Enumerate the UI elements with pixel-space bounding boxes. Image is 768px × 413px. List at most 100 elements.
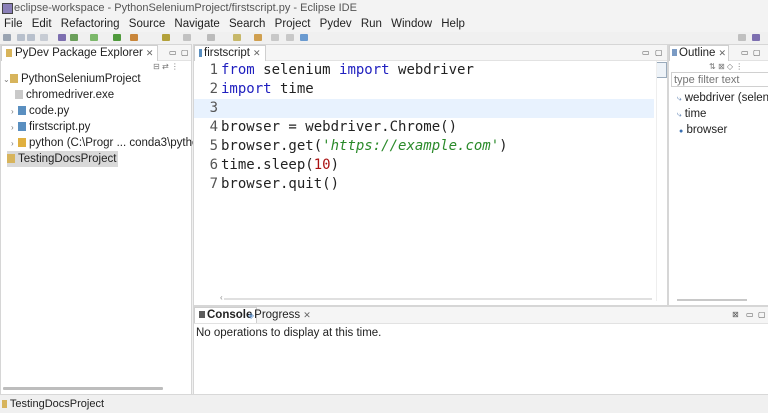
back-icon[interactable] [271, 34, 279, 41]
next-annotation-icon[interactable] [233, 34, 241, 41]
collapsed-icon[interactable]: › [11, 120, 18, 136]
horizontal-scrollbar[interactable] [3, 387, 163, 390]
collapse-all-icon[interactable]: ⊟ [153, 62, 160, 71]
minimize-icon[interactable]: ▭ [642, 48, 650, 57]
menu-run[interactable]: Run [361, 18, 382, 30]
menu-navigate[interactable]: Navigate [174, 18, 219, 30]
outline-filter-input[interactable] [671, 72, 768, 87]
menu-file[interactable]: File [4, 18, 23, 30]
editor-tab-bar: firstscript ✕ ▭ ▢ [194, 45, 667, 61]
tree-item-chromedriver[interactable]: chromedriver.exe [15, 87, 114, 103]
menu-source[interactable]: Source [129, 18, 165, 30]
menu-edit[interactable]: Edit [32, 18, 52, 30]
pydev-icon[interactable] [58, 34, 66, 41]
tree-item-python-interpreter[interactable]: › python (C:\Progr ... conda3\python [11, 135, 205, 151]
collapsed-icon[interactable]: › [11, 136, 18, 152]
search-icon[interactable] [183, 34, 191, 41]
line-number: 6 [209, 157, 218, 173]
menu-search[interactable]: Search [229, 18, 265, 30]
link-with-editor-icon[interactable]: ⇄ [162, 62, 169, 71]
scroll-left-icon[interactable]: ‹ [220, 293, 223, 302]
outline-item-webdriver[interactable]: ⤷ webdriver (seleni [677, 90, 768, 106]
package-explorer-icon [6, 49, 12, 57]
save-icon[interactable] [17, 34, 25, 41]
tab-outline[interactable]: Outline ✕ [669, 45, 729, 61]
run-icon[interactable] [113, 34, 121, 41]
minimize-icon[interactable]: ▭ [746, 310, 754, 319]
code-line-3-current[interactable]: 3 [194, 99, 654, 118]
line-number: 7 [209, 176, 218, 192]
forward-icon[interactable] [286, 34, 294, 41]
hide-fields-icon[interactable]: ◇ [727, 62, 733, 71]
maximize-icon[interactable]: ▢ [655, 48, 663, 57]
sort-icon[interactable]: ⇅ [709, 62, 716, 71]
menu-refactoring[interactable]: Refactoring [61, 18, 120, 30]
external-tools-icon[interactable] [130, 34, 138, 41]
code-line-1[interactable]: 1 from selenium import webdriver [194, 61, 654, 80]
tree-item-code-py[interactable]: › code.py [11, 103, 69, 119]
line-number: 4 [209, 119, 218, 135]
tab-label: firstscript [204, 47, 250, 59]
code-line-4[interactable]: 4 browser = webdriver.Chrome() [194, 118, 654, 137]
maximize-icon[interactable]: ▢ [753, 48, 761, 57]
code-line-7[interactable]: 7 browser.quit() [194, 175, 654, 194]
filter-icon[interactable]: ⊠ [718, 62, 725, 71]
outline-horizontal-scrollbar[interactable] [677, 299, 747, 301]
maximize-icon[interactable]: ▢ [758, 310, 766, 319]
outline-item-time[interactable]: ⤷ time [677, 106, 706, 122]
tree-item-testing-docs-project[interactable]: TestingDocsProject [7, 151, 119, 167]
tab-firstscript[interactable]: firstscript ✕ [194, 45, 266, 61]
tree-item-firstscript-py[interactable]: › firstscript.py [11, 119, 90, 135]
save-all-icon[interactable] [27, 34, 35, 41]
code-text: browser.get( [221, 138, 323, 154]
view-menu-icon[interactable]: ⋮ [735, 62, 743, 71]
run-last-icon[interactable] [90, 34, 98, 41]
menu-window[interactable]: Window [391, 18, 432, 30]
code-text: browser = webdriver.Chrome() [221, 119, 458, 135]
overview-ruler-marker[interactable] [656, 62, 667, 78]
open-perspective-icon[interactable] [738, 34, 746, 41]
outline-item-browser[interactable]: ● browser [679, 122, 727, 138]
annotation-icon[interactable] [207, 34, 215, 41]
pin-editor-icon[interactable] [300, 34, 308, 41]
console-icon [199, 311, 205, 318]
tab-package-explorer[interactable]: PyDev Package Explorer ✕ [1, 45, 159, 61]
menu-pydev[interactable]: Pydev [320, 18, 352, 30]
new-icon[interactable] [3, 34, 11, 41]
remove-all-icon[interactable]: ⊠ [732, 310, 739, 319]
code-text: selenium [254, 62, 340, 78]
view-menu-icon[interactable]: ⋮ [171, 62, 179, 71]
close-icon[interactable]: ✕ [303, 310, 311, 320]
code-text: browser.quit() [221, 176, 340, 192]
project-folder-icon [7, 154, 15, 163]
tree-item-python-selenium-project[interactable]: ⌄ PythonSeleniumProject [3, 71, 141, 87]
code-line-2[interactable]: 2 import time [194, 80, 654, 99]
keyword: import [339, 62, 390, 78]
minimize-icon[interactable]: ▭ [741, 48, 749, 57]
open-type-icon[interactable] [162, 34, 170, 41]
previous-annotation-icon[interactable] [254, 34, 262, 41]
close-icon[interactable]: ✕ [253, 48, 261, 58]
editor-horizontal-scrollbar[interactable] [224, 298, 652, 300]
maximize-icon[interactable]: ▢ [181, 48, 189, 57]
menu-project[interactable]: Project [275, 18, 311, 30]
file-icon [15, 90, 23, 99]
close-icon[interactable]: ✕ [146, 48, 154, 58]
expanded-icon[interactable]: ⌄ [3, 72, 10, 88]
menu-help[interactable]: Help [441, 18, 465, 30]
collapsed-icon[interactable]: › [11, 104, 18, 120]
console-tab-bar: Console ◈Progress ✕ ⊠ ▭ ▢ [194, 307, 768, 324]
minimize-icon[interactable]: ▭ [169, 48, 177, 57]
console-message: No operations to display at this time. [196, 327, 382, 339]
window-title: eclipse-workspace - PythonSeleniumProjec… [14, 2, 357, 14]
outline-item-label: webdriver (seleni [684, 92, 768, 104]
code-line-6[interactable]: 6 time.sleep(10) [194, 156, 654, 175]
pydev-perspective-icon[interactable] [752, 34, 760, 41]
variable-icon: ● [679, 128, 684, 135]
close-icon[interactable]: ✕ [718, 48, 726, 58]
tab-progress[interactable]: ◈Progress ✕ [248, 307, 311, 323]
code-line-5[interactable]: 5 browser.get('https://example.com') [194, 137, 654, 156]
console-view: Console ◈Progress ✕ ⊠ ▭ ▢ No operations t… [193, 306, 768, 396]
print-icon[interactable] [40, 34, 48, 41]
debug-icon[interactable] [70, 34, 78, 41]
